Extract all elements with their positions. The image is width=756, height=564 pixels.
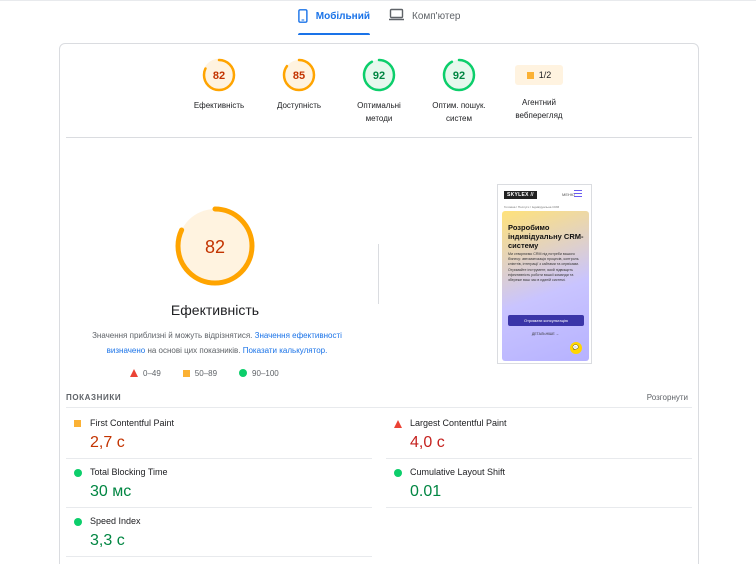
gauge-score: 92	[453, 70, 465, 82]
metric-value: 2,7 с	[90, 434, 125, 451]
gauge-label: Ефективність	[193, 101, 245, 110]
metric-name: Speed Index	[90, 516, 141, 526]
desktop-icon	[389, 8, 404, 21]
legend-pass-range: 90–100	[252, 368, 279, 378]
average-square-icon	[526, 71, 534, 79]
screenshot-paragraph: Ми створюємо CRM під потреби вашого бізн…	[508, 252, 580, 283]
active-tab-indicator	[298, 33, 370, 35]
fail-triangle-icon	[130, 369, 138, 377]
gauge-agentic-browsing[interactable]: 1/2 Агентний веб­перегляд	[494, 58, 584, 122]
average-square-icon	[74, 420, 81, 427]
gauge-label: Оптим. пошук. систем	[414, 99, 504, 125]
disclaimer-text: Значення приблизні й можуть відрізнятися…	[92, 331, 255, 340]
gauge-label: Доступність	[276, 101, 322, 110]
tab-mobile-label: Мобільний	[315, 11, 370, 22]
tab-mobile[interactable]: Мобільний	[298, 8, 370, 40]
performance-big-gauge: 82	[175, 206, 255, 286]
metric-cls: Cumulative Layout Shift 0.01	[386, 459, 692, 508]
gauge-accessibility[interactable]: 85 Доступність	[254, 58, 344, 112]
final-screenshot: SKYLEX // МЕНЮ Головна / Послуги / Індив…	[497, 184, 592, 364]
fail-triangle-icon	[394, 420, 402, 428]
divider	[66, 137, 692, 138]
agentic-badge-text: 1/2	[538, 70, 552, 80]
metric-value: 0.01	[410, 483, 442, 500]
pass-circle-icon	[394, 469, 402, 477]
gauge-label-line: методи	[365, 114, 393, 123]
tab-desktop[interactable]: Комп'ютер	[389, 8, 469, 40]
vertical-divider	[378, 244, 379, 304]
gauge-score: 92	[373, 70, 385, 82]
metric-speed-index: Speed Index 3,3 с	[66, 508, 372, 557]
gauge-label-line: Оптим. пошук.	[432, 101, 486, 110]
gauge-best-practices[interactable]: 92 Оптимальні методи	[334, 58, 424, 125]
pass-circle-icon	[74, 469, 82, 477]
metrics-header: ПОКАЗНИКИ Розгорнути	[66, 390, 692, 408]
performance-title: Ефективність	[170, 302, 260, 318]
smartphone-icon	[298, 9, 308, 23]
average-square-icon	[182, 369, 190, 377]
metric-value: 4,0 с	[410, 434, 445, 451]
gauge-ring: 92	[442, 58, 476, 92]
screenshot-menu-text: МЕНЮ	[562, 192, 575, 197]
screenshot-link: ДЕТАЛЬНІШЕ →	[531, 332, 560, 336]
hamburger-menu-icon	[574, 190, 582, 197]
gauge-score: 82	[213, 70, 225, 82]
metric-name: Total Blocking Time	[90, 467, 168, 477]
gauge-label-line: систем	[446, 114, 472, 123]
screenshot-header: SKYLEX // МЕНЮ	[498, 185, 591, 205]
legend-fail: 0–49	[130, 367, 161, 379]
gauge-score: 85	[293, 70, 305, 82]
gauge-label: Оптимальні методи	[334, 99, 424, 125]
gauge-seo[interactable]: 92 Оптим. пошук. систем	[414, 58, 504, 125]
agentic-badge: 1/2	[515, 65, 563, 85]
gauge-label-line: веб­перегляд	[515, 111, 563, 120]
pass-circle-icon	[74, 518, 82, 526]
category-gauges: 82 Ефективність 85 Доступність 92 Оптима…	[60, 58, 700, 138]
gauge-ring: 92	[362, 58, 396, 92]
score-disclaimer: Значення приблизні й можуть відрізнятися…	[82, 328, 352, 358]
pass-circle-icon	[239, 369, 248, 377]
score-legend: 0–49 50–89 90–100	[130, 367, 301, 379]
tab-desktop-label: Комп'ютер	[412, 11, 461, 22]
metric-lcp: Largest Contentful Paint 4,0 с	[386, 410, 692, 459]
legend-average: 50–89	[182, 367, 218, 379]
screenshot-logo: SKYLEX //	[504, 191, 537, 199]
legend-fail-range: 0–49	[143, 368, 161, 378]
screenshot-heading: Розробимо індивідуальну CRM-систему	[508, 223, 584, 250]
metric-fcp: First Contentful Paint 2,7 с	[66, 410, 372, 459]
screenshot-breadcrumbs: Головна / Послуги / Індивідуальна CRM	[504, 205, 560, 209]
legend-average-range: 50–89	[194, 368, 218, 378]
legend-pass: 90–100	[239, 367, 279, 379]
gauge-performance[interactable]: 82 Ефективність	[174, 58, 264, 112]
calculator-link[interactable]: Показати калькулятор.	[243, 346, 328, 355]
gauge-ring: 82	[202, 58, 236, 92]
report-card: 82 Ефективність 85 Доступність 92 Оптима…	[59, 43, 699, 564]
metric-name: Cumulative Layout Shift	[410, 467, 506, 477]
device-tabs: Мобільний Комп'ютер	[0, 0, 756, 40]
disclaimer-text: на основі цих показників.	[145, 346, 243, 355]
metrics-title: ПОКАЗНИКИ	[66, 393, 122, 402]
gauge-label-line: Оптимальні	[357, 101, 401, 110]
metric-value: 30 мс	[90, 483, 132, 500]
expand-view-button[interactable]: Розгорнути	[647, 393, 688, 402]
chat-icon: 💬	[570, 342, 582, 354]
metric-name: Largest Contentful Paint	[410, 418, 507, 428]
screenshot-hero: Розробимо індивідуальну CRM-систему Ми с…	[502, 211, 589, 361]
metric-tbt: Total Blocking Time 30 мс	[66, 459, 372, 508]
gauge-label: Агентний веб­перегляд	[494, 96, 584, 122]
gauge-label-line: Агентний	[522, 98, 556, 107]
performance-score: 82	[205, 237, 225, 257]
screenshot-cta-button: Отримати консультацію	[508, 315, 584, 326]
metric-value: 3,3 с	[90, 532, 125, 549]
metric-name: First Contentful Paint	[90, 418, 175, 428]
gauge-ring: 85	[282, 58, 316, 92]
